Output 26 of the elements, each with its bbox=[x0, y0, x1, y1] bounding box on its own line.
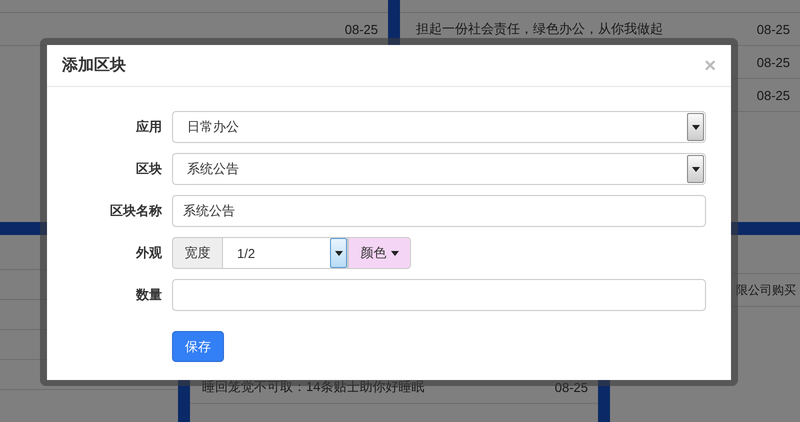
news-title[interactable]: 担起一份社会责任，绿色办公，从你我做起 bbox=[416, 20, 663, 38]
field-label: 应用 bbox=[134, 118, 162, 136]
caret-icon bbox=[334, 250, 342, 256]
field-label: 外观 bbox=[134, 244, 162, 262]
field-label: 区块 bbox=[135, 160, 162, 178]
news-title[interactable]: 限公司购买 bbox=[736, 282, 796, 298]
news-date: 08-25 bbox=[756, 54, 790, 70]
field-label: 区块名称 bbox=[109, 202, 162, 220]
field-label: 数量 bbox=[134, 286, 162, 304]
caret-icon bbox=[692, 166, 700, 172]
width-addon: 宽度 bbox=[172, 237, 223, 269]
input-field[interactable] bbox=[172, 279, 706, 311]
color-dropdown-button[interactable]: 颜色 bbox=[348, 237, 411, 269]
news-date: 08-25 bbox=[554, 380, 588, 394]
news-date: 08-25 bbox=[344, 22, 378, 36]
news-date: 08-25 bbox=[756, 88, 790, 102]
select-field[interactable]: 日常办公 bbox=[172, 111, 706, 143]
caret-icon bbox=[692, 124, 700, 130]
news-date: 08-25 bbox=[756, 22, 790, 36]
save-button[interactable]: 保存 bbox=[172, 331, 224, 362]
input-field[interactable]: 系统公告 bbox=[172, 195, 706, 227]
caret-icon bbox=[390, 250, 398, 256]
news-title[interactable]: 睡回笼觉不可取：14条贴士助你好睡眠 bbox=[202, 378, 424, 396]
select-field[interactable]: 系统公告 bbox=[172, 153, 706, 185]
modal-title: 添加区块 bbox=[62, 56, 126, 76]
width-select[interactable]: 1/2 bbox=[223, 237, 348, 269]
